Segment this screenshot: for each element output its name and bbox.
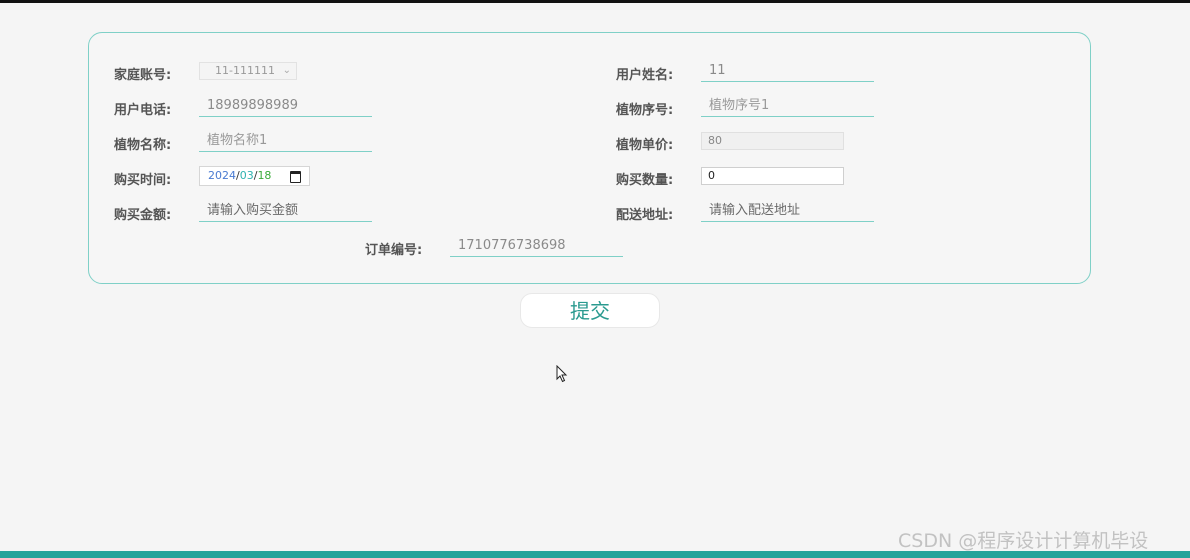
watermark-text: CSDN @程序设计计算机毕设	[898, 530, 1149, 552]
plant-price-input[interactable]: 80	[701, 132, 844, 150]
plant-name-input[interactable]: 植物名称1	[199, 130, 372, 152]
order-number-input[interactable]: 1710776738698	[450, 235, 623, 257]
plant-price-value: 80	[708, 134, 722, 147]
purchase-date-input[interactable]: 2024/03/18	[199, 166, 310, 186]
family-account-label: 家庭账号:	[114, 68, 172, 83]
family-account-value: 11-111111	[215, 64, 275, 77]
plant-name-placeholder: 植物名称1	[207, 133, 268, 148]
delivery-address-placeholder: 请输入配送地址	[709, 203, 801, 218]
user-name-value: 11	[709, 63, 726, 78]
submit-button[interactable]: 提交	[520, 293, 660, 328]
window-top-border	[0, 0, 1190, 3]
purchase-time-label: 购买时间:	[114, 173, 172, 188]
plant-serial-input[interactable]: 植物序号1	[701, 95, 874, 117]
delivery-address-input[interactable]: 请输入配送地址	[701, 200, 874, 222]
plant-price-label: 植物单价:	[616, 138, 674, 153]
purchase-quantity-label: 购买数量:	[616, 173, 674, 188]
user-name-label: 用户姓名:	[616, 68, 674, 83]
date-month: 03	[239, 169, 254, 182]
plant-serial-placeholder: 植物序号1	[709, 98, 770, 113]
plant-name-label: 植物名称:	[114, 138, 172, 153]
user-phone-input[interactable]: 18989898989	[199, 95, 372, 117]
purchase-quantity-value: 0	[708, 169, 715, 182]
bottom-accent-bar	[0, 551, 1190, 558]
user-phone-value: 18989898989	[207, 98, 298, 113]
purchase-amount-placeholder: 请输入购买金额	[207, 203, 299, 218]
date-year: 2024	[208, 169, 236, 182]
order-number-value: 1710776738698	[458, 238, 566, 253]
chevron-down-icon: ⌄	[282, 65, 291, 76]
calendar-icon[interactable]	[290, 171, 301, 183]
purchase-amount-label: 购买金额:	[114, 208, 172, 223]
user-phone-label: 用户电话:	[114, 103, 172, 118]
purchase-amount-input[interactable]: 请输入购买金额	[199, 200, 372, 222]
delivery-address-label: 配送地址:	[616, 208, 674, 223]
mouse-cursor-icon	[556, 365, 568, 383]
plant-serial-label: 植物序号:	[616, 103, 674, 118]
family-account-select[interactable]: 11-111111 ⌄	[199, 62, 297, 80]
purchase-quantity-input[interactable]: 0	[701, 167, 844, 185]
user-name-input[interactable]: 11	[701, 60, 874, 82]
order-number-label: 订单编号:	[365, 243, 423, 258]
date-day: 18	[257, 169, 272, 182]
